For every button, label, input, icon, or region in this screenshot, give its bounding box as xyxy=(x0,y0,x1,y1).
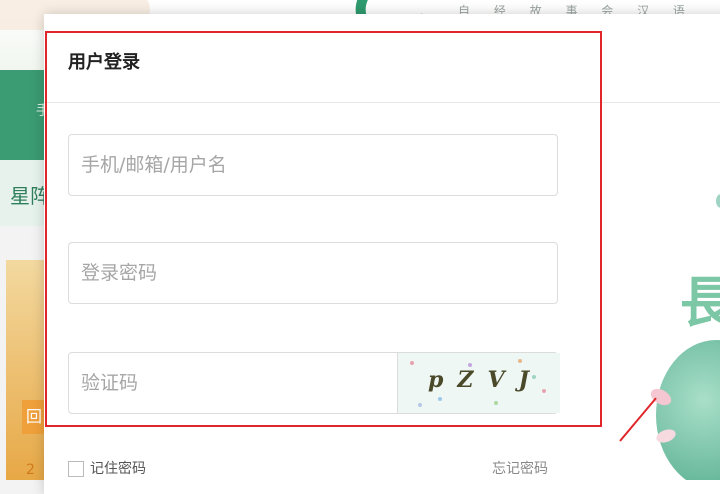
captcha-field[interactable]: pZVJ xyxy=(68,352,560,414)
rank-number: 2 xyxy=(26,462,35,478)
password-field[interactable] xyxy=(68,242,558,304)
modal-title: 用户登录 xyxy=(68,52,140,73)
remember-label: 记住密码 xyxy=(90,461,146,477)
captcha-text: pZVJ xyxy=(428,367,543,393)
modal-header: 用户登录 xyxy=(44,14,720,103)
captcha-input[interactable] xyxy=(69,353,395,413)
remember-checkbox[interactable] xyxy=(68,461,84,477)
remember-password[interactable]: 记住密码 xyxy=(68,458,146,478)
water-drop-icon xyxy=(716,194,720,208)
captcha-noise-dot xyxy=(438,397,442,401)
username-field[interactable] xyxy=(68,134,558,196)
book-cover-thumbnail[interactable] xyxy=(6,260,46,480)
login-modal: 用户登录 pZVJ 记住密码 忘记密码 xyxy=(44,14,720,494)
captcha-noise-dot xyxy=(518,359,522,363)
captcha-noise-dot xyxy=(494,401,498,405)
captcha-noise-dot xyxy=(418,403,422,407)
captcha-image[interactable]: pZVJ xyxy=(397,353,560,413)
illustration-character: 長 xyxy=(680,270,720,334)
book-tag: 回 xyxy=(22,400,46,434)
captcha-noise-dot xyxy=(410,361,414,365)
mascot-figure xyxy=(656,340,720,480)
forgot-password-link[interactable]: 忘记密码 xyxy=(492,458,548,478)
illustration: 長 xyxy=(620,180,720,480)
username-input[interactable] xyxy=(69,135,557,195)
password-input[interactable] xyxy=(69,243,557,303)
